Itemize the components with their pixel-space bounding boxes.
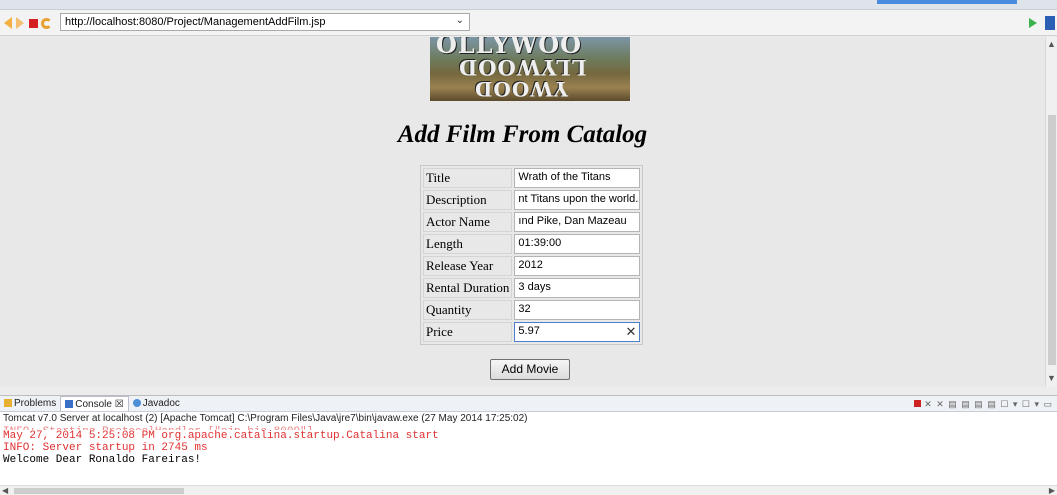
refresh-icon[interactable] [41,18,52,29]
field-label: Actor Name [423,212,513,232]
url-input[interactable]: http://localhost:8080/Project/Management… [60,13,470,31]
length-field[interactable]: 01:39:00 [514,234,641,254]
add-movie-button[interactable]: Add Movie [490,359,570,380]
form-row-length: Length 01:39:00 [423,234,641,254]
perspective-icon[interactable] [1045,16,1055,30]
tab-console[interactable]: Console ☒ [60,396,129,411]
console-server-line: Tomcat v7.0 Server at localhost (2) [Apa… [3,413,528,424]
field-label: Rental Duration [423,278,513,298]
hollywood-banner-image: OLLYWOO LLYWOOD YWOOD [430,37,630,101]
form-row-quantity: Quantity 32 [423,300,641,320]
terminate-icon[interactable] [913,400,921,407]
form-row-title: Title Wrath of the Titans [423,168,641,188]
form-row-rental-duration: Rental Duration 3 days [423,278,641,298]
tab-label: Console ☒ [75,399,124,410]
url-dropdown-icon[interactable]: ⌄ [456,15,464,26]
price-field[interactable]: 5.97 ✕ [514,322,641,342]
scroll-up-icon[interactable]: ▲ [1047,39,1056,49]
tab-label: Javadoc [142,398,180,409]
release-year-field[interactable]: 2012 [514,256,641,276]
top-accent-bar [877,0,1017,4]
console-scroll-thumb[interactable] [14,488,184,494]
field-label: Release Year [423,256,513,276]
field-label: Description [423,190,513,210]
window-top-strip [0,0,1057,10]
scroll-right-icon[interactable]: ▶ [1049,486,1055,495]
clear-icon[interactable]: ✕ [626,324,637,340]
form-row-description: Description nt Titans upon the world. [423,190,641,210]
console-panel: Problems Console ☒ Javadoc ✕ ✕ ▤ ▤ ▤ ▤ ☐ ▾… [0,395,1057,495]
tab-problems[interactable]: Problems [0,396,60,411]
scroll-down-icon[interactable]: ▼ [1047,373,1056,383]
field-label: Quantity [423,300,513,320]
price-value: 5.97 [518,325,540,337]
console-tab-bar: Problems Console ☒ Javadoc ✕ ✕ ▤ ▤ ▤ ▤ ☐ ▾… [0,396,1057,412]
tab-label: Problems [14,398,57,409]
console-log-line: May 27, 2014 5:25:08 PM org.apache.catal… [3,430,439,442]
console-log-clipped: INFO: Starting ProtocolHandler ["ajp-bio… [0,426,1057,430]
console-log-line: Welcome Dear Ronaldo Fareiras! [3,454,202,466]
stop-icon[interactable] [29,19,38,28]
actor-name-field[interactable]: ınd Pike, Dan Mazeau [514,212,641,232]
rental-duration-field[interactable]: 3 days [514,278,641,298]
console-log-line: INFO: Server startup in 2745 ms [3,442,208,454]
forward-icon[interactable] [16,17,24,29]
scroll-left-icon[interactable]: ◀ [2,486,8,495]
form-row-release-year: Release Year 2012 [423,256,641,276]
banner-word-reflect-2: YWOOD [474,77,568,101]
title-field[interactable]: Wrath of the Titans [514,168,641,188]
run-icon[interactable] [1029,18,1037,28]
web-page: OLLYWOO LLYWOOD YWOOD Add Film From Cata… [0,37,1045,387]
add-film-form: Title Wrath of the Titans Description nt… [420,165,644,345]
field-label: Title [423,168,513,188]
console-icon [65,400,74,408]
page-scrollbar[interactable]: ▲ ▼ [1045,37,1057,387]
page-title: Add Film From Catalog [397,121,648,148]
description-field[interactable]: nt Titans upon the world. [514,190,641,210]
field-label: Length [423,234,513,254]
back-icon[interactable] [4,17,12,29]
javadoc-icon [132,399,141,407]
form-row-price: Price 5.97 ✕ [423,322,641,342]
problems-icon [4,399,12,407]
tab-javadoc[interactable]: Javadoc [129,396,184,411]
console-toolbar-icons[interactable]: ✕ ✕ ▤ ▤ ▤ ▤ ☐ ▾ ☐ ▾ ▭ [913,399,1053,410]
field-label: Price [423,322,513,342]
form-row-actor-name: Actor Name ınd Pike, Dan Mazeau [423,212,641,232]
console-horizontal-scrollbar[interactable]: ◀ ▶ [0,485,1057,495]
url-text: http://localhost:8080/Project/Management… [65,16,326,28]
scrollbar-thumb[interactable] [1048,115,1056,365]
quantity-field[interactable]: 32 [514,300,641,320]
